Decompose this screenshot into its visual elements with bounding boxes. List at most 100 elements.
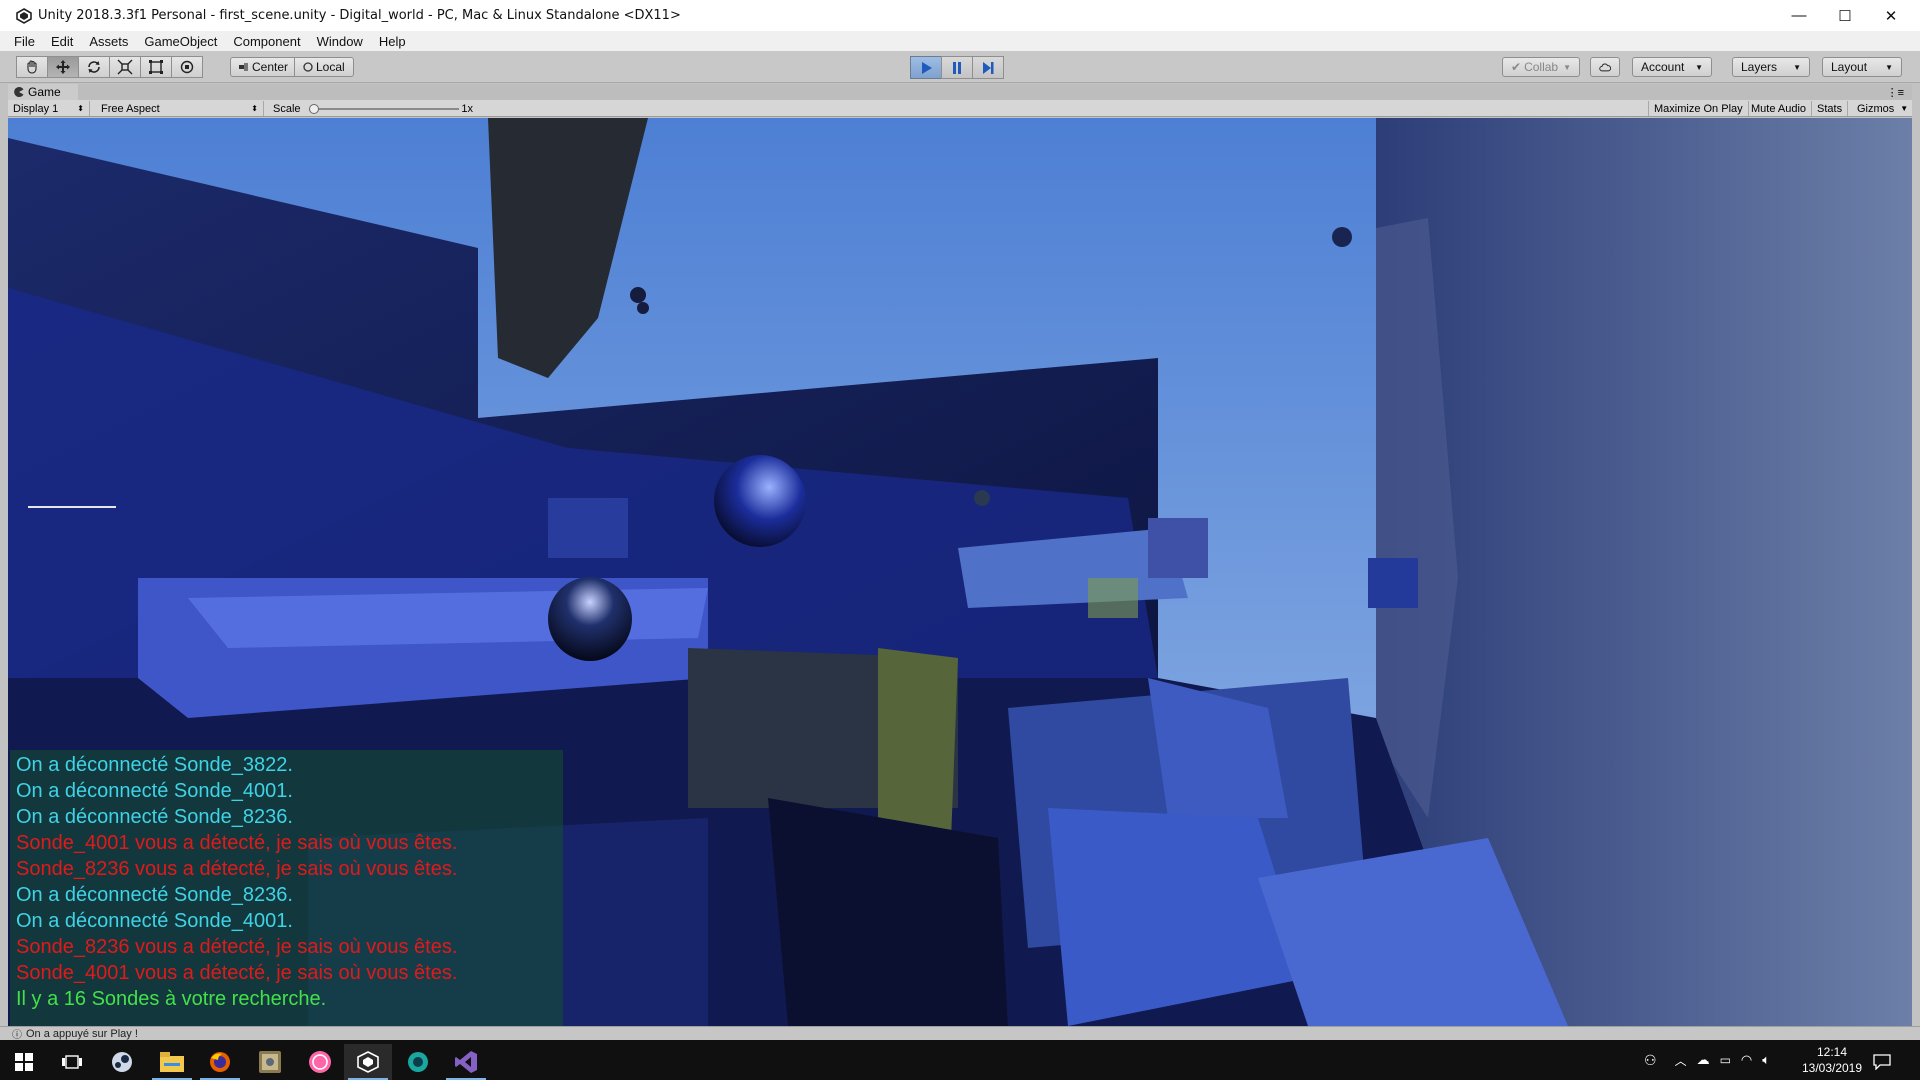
minimize-button[interactable]: — bbox=[1776, 0, 1822, 31]
unity-icon[interactable] bbox=[344, 1044, 392, 1080]
volume-icon[interactable]: 🔈︎ bbox=[1762, 1052, 1770, 1068]
aspect-dropdown[interactable]: Free Aspect ⬍ bbox=[96, 101, 264, 116]
game-viewport[interactable]: On a déconnecté Sonde_3822. On a déconne… bbox=[8, 118, 1912, 1026]
status-message: On a appuyé sur Play ! bbox=[26, 1027, 138, 1040]
scale-icon bbox=[117, 59, 133, 75]
rotate-tool-button[interactable] bbox=[78, 56, 110, 78]
console-line: Sonde_4001 vous a détecté, je sais où vo… bbox=[16, 832, 458, 854]
stats-toggle[interactable]: Stats bbox=[1812, 101, 1849, 116]
game-tab-label: Game bbox=[28, 85, 61, 99]
game-tab-bar: Game ⋮≡ bbox=[8, 84, 1912, 100]
close-button[interactable]: ✕ bbox=[1868, 0, 1914, 31]
cloud-icon bbox=[1599, 63, 1611, 71]
check-icon: ✔ bbox=[1511, 60, 1522, 74]
title-bar: Unity 2018.3.3f1 Personal - first_scene.… bbox=[0, 0, 1920, 31]
menu-gameobject[interactable]: GameObject bbox=[144, 34, 217, 49]
hand-tool-button[interactable] bbox=[16, 56, 48, 78]
console-line: On a déconnecté Sonde_8236. bbox=[16, 806, 293, 828]
collab-dropdown[interactable]: ✔ Collab ▼ bbox=[1502, 57, 1581, 77]
menu-help[interactable]: Help bbox=[379, 34, 406, 49]
chevron-down-icon: ▼ bbox=[1793, 62, 1801, 72]
scale-slider-track bbox=[308, 107, 459, 110]
aspect-label: Free Aspect bbox=[101, 102, 160, 115]
pivot-icon bbox=[239, 63, 248, 71]
step-button[interactable] bbox=[972, 56, 1004, 79]
scale-slider-thumb[interactable] bbox=[308, 103, 319, 114]
menu-bar: File Edit Assets GameObject Component Wi… bbox=[0, 31, 1920, 51]
game-view-toolbar: Display 1 ⬍ Free Aspect ⬍ Scale 1x Maxim… bbox=[8, 100, 1912, 117]
account-dropdown[interactable]: Account ▼ bbox=[1632, 57, 1712, 77]
scale-slider[interactable] bbox=[308, 103, 459, 115]
tab-menu-icon[interactable]: ⋮≡ bbox=[1887, 86, 1904, 99]
updown-icon: ⬍ bbox=[77, 104, 84, 113]
pause-button[interactable] bbox=[941, 56, 973, 79]
people-icon[interactable]: ⚇ bbox=[1644, 1052, 1657, 1069]
maximize-button[interactable]: ☐ bbox=[1822, 0, 1868, 31]
menu-component[interactable]: Component bbox=[233, 34, 300, 49]
tab-game[interactable]: Game bbox=[8, 84, 78, 100]
console-line: Sonde_4001 vous a détecté, je sais où vo… bbox=[16, 962, 458, 984]
updown-icon: ⬍ bbox=[251, 104, 258, 113]
play-controls bbox=[910, 56, 1004, 79]
layers-dropdown[interactable]: Layers ▼ bbox=[1732, 57, 1810, 77]
collab-label: Collab bbox=[1524, 60, 1559, 74]
firefox-icon[interactable] bbox=[196, 1044, 244, 1080]
status-bar[interactable]: ⓘ On a appuyé sur Play ! bbox=[0, 1026, 1920, 1041]
wifi-icon[interactable]: ◠ bbox=[1741, 1052, 1752, 1068]
cloud-button[interactable] bbox=[1590, 57, 1620, 77]
mute-audio-toggle[interactable]: Mute Audio bbox=[1746, 101, 1813, 116]
maximize-on-play-toggle[interactable]: Maximize On Play bbox=[1648, 101, 1749, 116]
menu-file[interactable]: File bbox=[14, 34, 35, 49]
move-icon bbox=[56, 60, 70, 74]
file-explorer-icon[interactable] bbox=[148, 1044, 196, 1080]
task-view-icon[interactable] bbox=[48, 1044, 96, 1080]
photo-app-icon[interactable] bbox=[246, 1044, 294, 1080]
console-line: On a déconnecté Sonde_3822. bbox=[16, 754, 293, 776]
globe-app-icon[interactable] bbox=[394, 1044, 442, 1080]
display-dropdown[interactable]: Display 1 ⬍ bbox=[8, 101, 90, 116]
scale-label: Scale bbox=[273, 102, 301, 115]
console-line: On a déconnecté Sonde_4001. bbox=[16, 910, 293, 932]
move-tool-button[interactable] bbox=[47, 56, 79, 78]
chevron-down-icon: ▼ bbox=[1900, 104, 1909, 113]
unity-logo-icon bbox=[16, 7, 32, 24]
transform-icon bbox=[180, 60, 194, 74]
step-icon bbox=[983, 61, 994, 74]
menu-window[interactable]: Window bbox=[317, 34, 363, 49]
pivot-toggle[interactable]: Center bbox=[230, 57, 298, 77]
chevron-down-icon: ▼ bbox=[1695, 62, 1703, 72]
osu-icon[interactable] bbox=[296, 1044, 344, 1080]
play-icon bbox=[922, 61, 932, 74]
pause-icon bbox=[953, 61, 961, 74]
menu-assets[interactable]: Assets bbox=[89, 34, 128, 49]
space-toggle[interactable]: Local bbox=[294, 57, 354, 77]
steam-icon[interactable] bbox=[98, 1044, 146, 1080]
main-toolbar: Center Local ✔ Collab ▼ Account ▼ Layers… bbox=[0, 51, 1920, 83]
gizmos-dropdown[interactable]: Gizmos ▼ bbox=[1852, 101, 1913, 116]
console-line: Il y a 16 Sondes à votre recherche. bbox=[16, 988, 327, 1010]
transform-tools bbox=[16, 56, 203, 78]
rect-tool-button[interactable] bbox=[140, 56, 172, 78]
onedrive-icon[interactable]: ☁ bbox=[1697, 1052, 1710, 1068]
unity-editor-window: Unity 2018.3.3f1 Personal - first_scene.… bbox=[0, 0, 1920, 1080]
chevron-down-icon: ▼ bbox=[1885, 62, 1893, 72]
windows-start-icon[interactable] bbox=[0, 1044, 48, 1080]
visual-studio-icon[interactable] bbox=[442, 1044, 490, 1080]
menu-edit[interactable]: Edit bbox=[51, 34, 73, 49]
scale-value: 1x bbox=[461, 102, 473, 115]
account-label: Account bbox=[1641, 60, 1685, 74]
window-title: Unity 2018.3.3f1 Personal - first_scene.… bbox=[38, 8, 681, 23]
layout-dropdown[interactable]: Layout ▼ bbox=[1822, 57, 1902, 77]
info-icon: ⓘ bbox=[12, 1030, 22, 1041]
local-space-icon bbox=[303, 62, 313, 72]
play-button[interactable] bbox=[910, 56, 942, 79]
notification-icon[interactable] bbox=[1862, 1044, 1902, 1080]
scale-tool-button[interactable] bbox=[109, 56, 141, 78]
console-line: On a déconnecté Sonde_8236. bbox=[16, 884, 293, 906]
transform-tool-button[interactable] bbox=[171, 56, 203, 78]
chevron-up-icon[interactable]: ︿ bbox=[1675, 1052, 1687, 1069]
gizmos-label: Gizmos bbox=[1857, 102, 1895, 115]
battery-icon[interactable]: ▭ bbox=[1720, 1053, 1731, 1067]
layers-label: Layers bbox=[1741, 60, 1778, 74]
space-label: Local bbox=[316, 60, 345, 74]
